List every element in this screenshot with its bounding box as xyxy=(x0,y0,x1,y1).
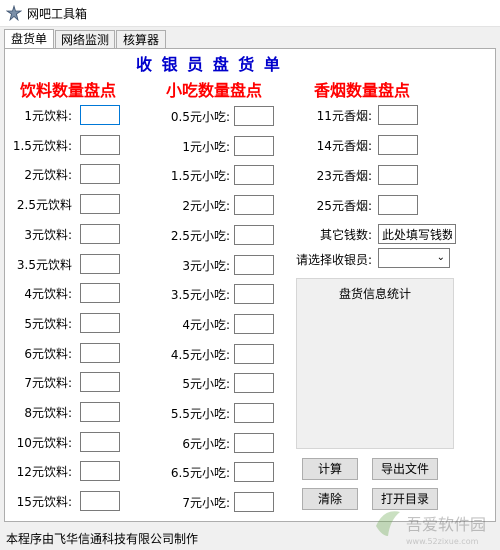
chevron-down-icon: ⌄ xyxy=(436,252,445,263)
cashier-select[interactable]: ⌄ xyxy=(378,248,450,268)
drinks-input[interactable] xyxy=(80,491,120,512)
snacks-label: 2元小吃: xyxy=(182,199,230,214)
drinks-input[interactable] xyxy=(80,283,120,304)
snacks-input[interactable] xyxy=(234,224,274,245)
drinks-input[interactable] xyxy=(80,431,120,452)
clear-button[interactable]: 清除 xyxy=(302,488,358,510)
snacks-label: 1.5元小吃: xyxy=(170,169,230,184)
snacks-label: 6.5元小吃: xyxy=(170,466,230,481)
drinks-label: 4元饮料: xyxy=(24,287,72,302)
drinks-label: 3.5元饮料 xyxy=(16,257,72,272)
drinks-label: 7元饮料: xyxy=(24,376,72,391)
cigarettes-label: 23元香烟: xyxy=(316,169,372,183)
drinks-label: 2元饮料: xyxy=(24,168,72,183)
stats-title: 盘货信息统计 xyxy=(338,287,411,301)
drinks-input[interactable] xyxy=(80,134,120,155)
drinks-label: 1.5元饮料: xyxy=(12,138,72,153)
cigarettes-input[interactable] xyxy=(378,165,418,185)
snacks-label: 3.5元小吃: xyxy=(170,288,230,303)
drinks-input[interactable] xyxy=(80,105,120,125)
tab-network-monitor[interactable]: 网络监测 xyxy=(55,30,115,48)
snacks-label: 2.5元小吃: xyxy=(170,228,230,243)
app-icon xyxy=(6,5,22,21)
snacks-input[interactable] xyxy=(234,254,274,275)
snacks-input[interactable] xyxy=(234,106,274,126)
drinks-input[interactable] xyxy=(80,223,120,244)
other-money-input[interactable] xyxy=(378,224,456,244)
cigarettes-label: 25元香烟: xyxy=(316,199,372,213)
drinks-column-title: 饮料数量盘点 xyxy=(20,81,117,100)
snacks-label: 0.5元小吃: xyxy=(170,110,230,124)
snacks-label: 4元小吃: xyxy=(182,317,230,332)
watermark-url: www.52zixue.com xyxy=(406,537,479,546)
snacks-label: 3元小吃: xyxy=(182,258,230,273)
inventory-stats-box: 盘货信息统计 xyxy=(296,278,454,449)
cigarettes-label: 14元香烟: xyxy=(316,139,372,153)
snacks-input[interactable] xyxy=(234,373,274,394)
snacks-label: 1元小吃: xyxy=(182,139,230,154)
drinks-input[interactable] xyxy=(80,402,120,422)
snacks-column-title: 小吃数量盘点 xyxy=(166,81,263,100)
cigarettes-column-title: 香烟数量盘点 xyxy=(314,81,411,100)
snacks-input[interactable] xyxy=(234,284,274,305)
drinks-input[interactable] xyxy=(80,253,120,274)
drinks-input[interactable] xyxy=(80,461,120,482)
watermark-text: 吾爱软件园 xyxy=(406,515,486,534)
snacks-input[interactable] xyxy=(234,462,274,483)
cashier-label: 请选择收银员: xyxy=(295,253,372,267)
drinks-input[interactable] xyxy=(80,164,120,185)
calculate-button[interactable]: 计算 xyxy=(302,458,358,480)
window-title: 网吧工具箱 xyxy=(27,7,88,21)
snacks-input[interactable] xyxy=(234,135,274,156)
drinks-label: 2.5元饮料 xyxy=(16,198,72,213)
drinks-label: 10元饮料: xyxy=(16,435,72,450)
drinks-input[interactable] xyxy=(80,194,120,215)
status-footer: 本程序由飞华信通科技有限公司制作 xyxy=(6,532,199,546)
snacks-label: 4.5元小吃: xyxy=(170,347,230,362)
snacks-label: 5.5元小吃: xyxy=(170,407,230,421)
drinks-input[interactable] xyxy=(80,312,120,333)
cigarettes-input[interactable] xyxy=(378,105,418,125)
snacks-input[interactable] xyxy=(234,165,274,186)
tab-calculator[interactable]: 核算器 xyxy=(116,30,166,48)
snacks-input[interactable] xyxy=(234,432,274,453)
drinks-label: 15元饮料: xyxy=(16,495,72,510)
snacks-input[interactable] xyxy=(234,403,274,423)
cigarettes-input[interactable] xyxy=(378,135,418,155)
drinks-input[interactable] xyxy=(80,342,120,363)
drinks-label: 12元饮料: xyxy=(16,465,72,480)
title-bar: 网吧工具箱 xyxy=(0,0,500,27)
cigarettes-input[interactable] xyxy=(378,195,418,215)
drinks-label: 8元饮料: xyxy=(24,406,72,420)
drinks-label: 1元饮料: xyxy=(24,109,72,123)
drinks-label: 6元饮料: xyxy=(24,346,72,361)
snacks-input[interactable] xyxy=(234,313,274,334)
snacks-label: 5元小吃: xyxy=(182,377,230,392)
snacks-input[interactable] xyxy=(234,492,274,513)
drinks-label: 5元饮料: xyxy=(24,316,72,331)
drinks-label: 3元饮料: xyxy=(24,227,72,242)
drinks-input[interactable] xyxy=(80,372,120,393)
export-file-button[interactable]: 导出文件 xyxy=(372,458,438,480)
snacks-label: 7元小吃: xyxy=(182,496,230,511)
snacks-input[interactable] xyxy=(234,195,274,216)
other-money-label: 其它钱数: xyxy=(319,228,372,242)
page-title: 收 银 员 盘 货 单 xyxy=(136,55,282,74)
snacks-input[interactable] xyxy=(234,343,274,364)
tab-inventory[interactable]: 盘货单 xyxy=(4,29,54,49)
snacks-label: 6元小吃: xyxy=(182,436,230,451)
cigarettes-label: 11元香烟: xyxy=(316,109,372,123)
watermark-logo: 吾爱软件园 www.52zixue.com xyxy=(376,511,486,546)
